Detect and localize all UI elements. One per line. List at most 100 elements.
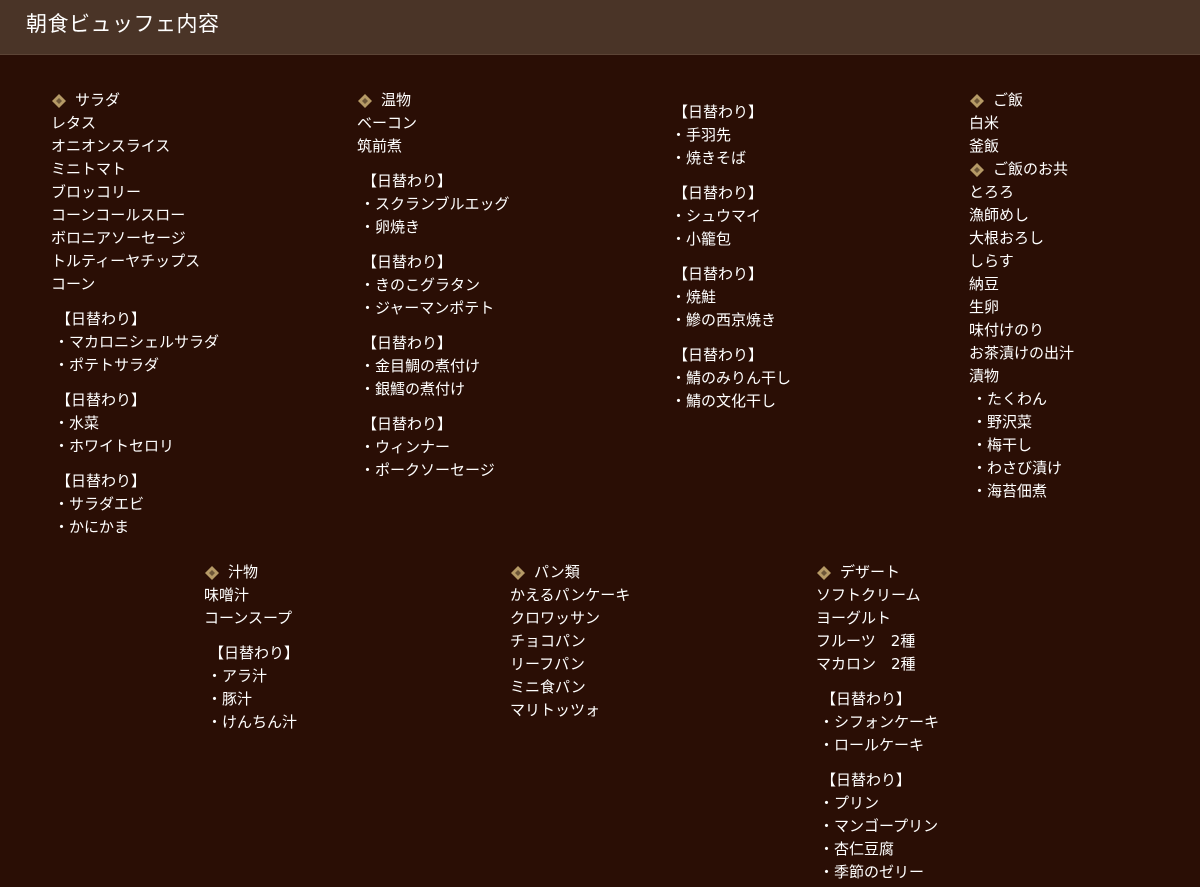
category-label: 温物 [381,91,412,109]
menu-item: フルーツ 2種 [816,632,916,650]
daily-rotation-label: 【日替わり】 [362,253,453,271]
menu-item: コーンコールスロー [51,206,186,224]
menu-column-dessert: デザート ソフトクリーム ヨーグルト フルーツ 2種 マカロン 2種 【日替わり】 ・シフォ… [816,561,1106,884]
daily-rotation-label: 【日替わり】 [821,690,912,708]
rotation-item: ・サラダエビ [54,495,145,513]
rotation-item: ・マンゴープリン [819,817,939,835]
category-label: デザート [840,563,901,581]
rotation-item: ・けんちん汁 [207,713,298,731]
daily-rotation-label: 【日替わり】 [821,771,912,789]
rotation-item: ・小籠包 [671,230,732,248]
diamond-bullet-icon [204,565,220,581]
rotation-item: ・水菜 [54,414,100,432]
menu-column-daily-specials: 【日替わり】 ・手羽先 ・焼きそば 【日替わり】 ・シュウマイ ・小籠包 【日替わり】 ・焼鮭… [668,101,958,413]
menu-item: 筑前煮 [357,137,403,155]
rotation-item: ・シフォンケーキ [819,713,940,731]
menu-item: ミニトマト [51,160,127,178]
category-heading: パン類 [510,561,800,584]
rotation-item: ・わさび漬け [972,459,1063,477]
menu-item: かえるパンケーキ [510,586,631,604]
menu-item: 生卵 [969,298,1000,316]
menu-item: 大根おろし [969,229,1045,247]
diamond-bullet-icon [51,93,67,109]
menu-item: コーンスープ [204,609,293,627]
daily-rotation-label: 【日替わり】 [56,472,147,490]
daily-rotation-label: 【日替わり】 [673,346,764,364]
category-heading: ご飯 [969,89,1200,112]
daily-rotation-label: 【日替わり】 [209,644,300,662]
page-title: 朝食ビュッフェ内容 [26,12,220,36]
menu-item: ボロニアソーセージ [51,229,186,247]
category-label: ご飯のお共 [993,160,1069,178]
rotation-item: ・鯖の文化干し [671,392,777,410]
category-heading: 温物 [357,89,647,112]
diamond-bullet-icon [969,162,985,178]
menu-item: 釜飯 [969,137,1000,155]
category-label: ご飯 [993,91,1024,109]
rotation-item: ・ポークソーセージ [360,461,495,479]
rotation-item: ・梅干し [972,436,1033,454]
rotation-item: ・ポテトサラダ [54,356,160,374]
rotation-item: ・鯖のみりん干し [671,369,792,387]
menu-item: オニオンスライス [51,137,171,155]
daily-rotation-label: 【日替わり】 [673,265,764,283]
rotation-item: ・焼鮭 [671,288,717,306]
menu-item: しらす [969,252,1014,270]
menu-item: 味噌汁 [204,586,250,604]
menu-item: レタス [51,114,97,132]
header-bar: 朝食ビュッフェ内容 [0,0,1200,55]
menu-item: 味付けのり [969,321,1045,339]
menu-item: ソフトクリーム [816,586,921,604]
rotation-item: ・豚汁 [207,690,253,708]
menu-item: マカロン 2種 [816,655,916,673]
daily-rotation-label: 【日替わり】 [673,103,764,121]
rotation-item: ・杏仁豆腐 [819,840,895,858]
rotation-item: ・シュウマイ [671,207,762,225]
daily-rotation-label: 【日替わり】 [56,310,147,328]
rotation-item: ・焼きそば [671,149,747,167]
menu-item: 漁師めし [969,206,1030,224]
daily-rotation-label: 【日替わり】 [56,391,147,409]
menu-item: ベーコン [357,114,418,132]
diamond-bullet-icon [510,565,526,581]
menu-column-soup: 汁物味噌汁コーンスープ【日替わり】 ・アラ汁・豚汁・けんちん汁 [204,561,494,734]
menu-item: 漬物 [969,367,1000,385]
category-heading: ご飯のお共 [969,158,1200,181]
daily-rotation-label: 【日替わり】 [673,184,764,202]
menu-item: ミニ食パン [510,678,586,696]
rotation-item: ・かにかま [54,518,130,536]
rotation-item: ・ホワイトセロリ [54,437,175,455]
category-label: パン類 [534,563,580,581]
rotation-item: ・プリン [819,794,880,812]
diamond-bullet-icon [357,93,373,109]
menu-item: 納豆 [969,275,1000,293]
category-heading: サラダ [51,89,341,112]
menu-item: ブロッコリー [51,183,142,201]
rotation-item: ・海苔佃煮 [972,482,1048,500]
menu-column-salad: サラダレタスオニオンスライス ミニトマトブロッコリーコーンコールスロー ボロニアソー… [51,89,341,539]
daily-rotation-label: 【日替わり】 [362,415,453,433]
menu-column-rice: ご飯 白米 釜飯 ご飯のお共 とろろ 漁師めし 大根おろし しらす 納豆 生卵 味付けのり お茶漬けの… [969,89,1200,503]
rotation-item: ・季節のゼリー [819,863,925,881]
menu-item: お茶漬けの出汁 [969,344,1075,362]
rotation-item: ・マカロニシェルサラダ [54,333,220,351]
rotation-item: ・スクランブルエッグ [360,195,510,213]
category-label: 汁物 [228,563,259,581]
menu-item: リーフパン [510,655,585,673]
daily-rotation-label: 【日替わり】 [362,334,453,352]
rotation-item: ・アラ汁 [207,667,268,685]
rotation-item: ・卵焼き [360,218,421,236]
menu-item: チョコパン [510,632,586,650]
menu-item: コーン [51,275,96,293]
rotation-item: ・野沢菜 [972,413,1033,431]
